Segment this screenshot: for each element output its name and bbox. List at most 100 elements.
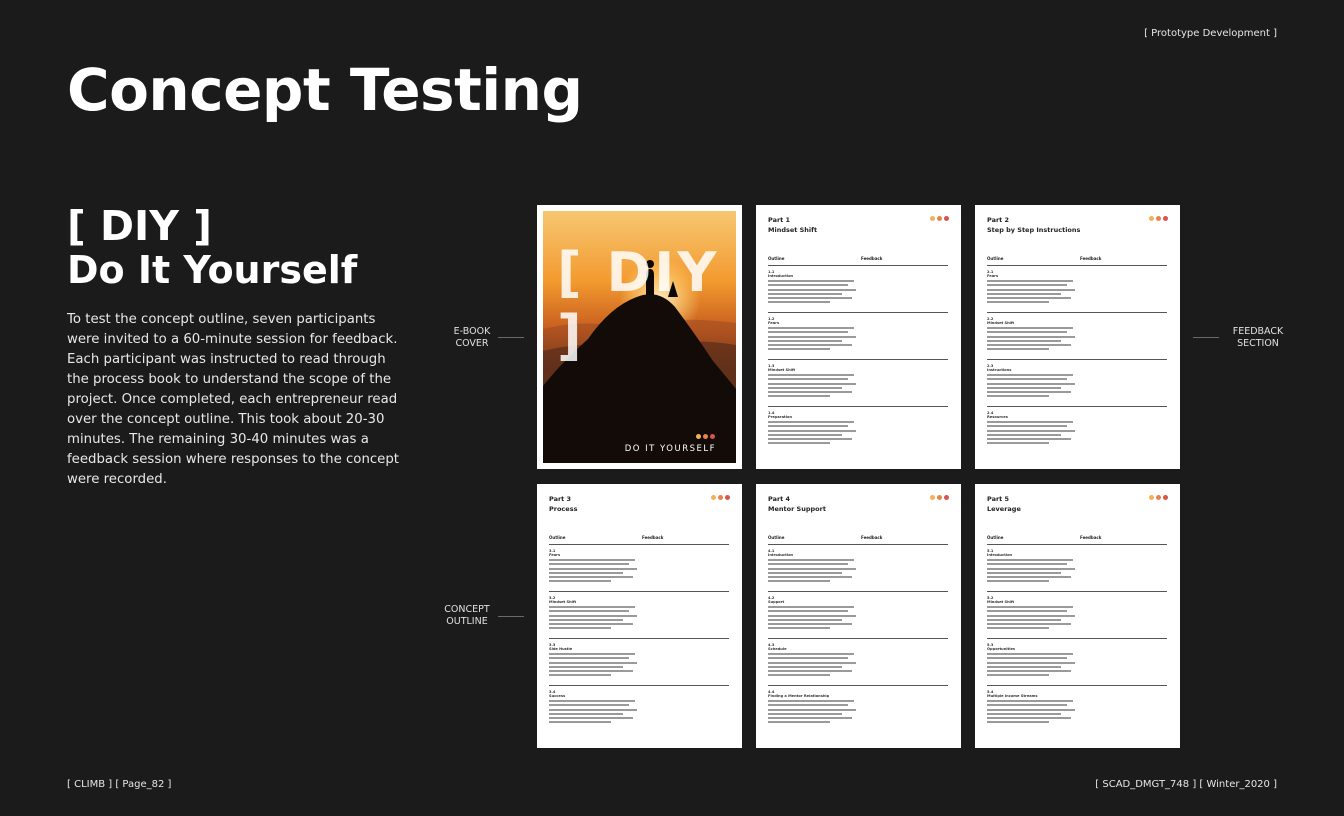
page-sections: 1.1 Introduction 1.2 Fears 1.3 Mindset Shift 1… (768, 265, 948, 453)
column-outline: Outline (987, 256, 1004, 261)
section-title: Fears (987, 274, 999, 278)
text-line (987, 571, 1061, 574)
page-dots (1149, 495, 1168, 500)
column-feedback: Feedback (861, 535, 883, 540)
text-line (987, 653, 1073, 656)
section-title: Mindset Shift (549, 600, 577, 604)
text-line (987, 386, 1061, 389)
text-line (768, 429, 856, 432)
section-title: Introduction (987, 553, 1013, 557)
page-columns: Outline Feedback (768, 256, 948, 261)
text-line (768, 708, 856, 711)
label-concept-outline: CONCEPT OUTLINE (438, 604, 496, 628)
cover-dots (696, 434, 715, 439)
dot-orange (937, 216, 942, 221)
text-line (768, 301, 830, 304)
text-line (549, 580, 611, 583)
section-title: Introduction (768, 274, 794, 278)
text-line (549, 674, 611, 677)
label-line: CONCEPT (444, 604, 490, 615)
text-line (768, 661, 856, 664)
text-line (768, 653, 854, 656)
text-line (987, 575, 1071, 578)
text-line (987, 280, 1073, 283)
section-title: Side Hustle (549, 647, 573, 651)
text-line (987, 284, 1067, 287)
page-dots (930, 216, 949, 221)
text-line (987, 559, 1073, 562)
page-columns: Outline Feedback (987, 535, 1167, 540)
dot-red (944, 216, 949, 221)
dot-yellow (696, 434, 701, 439)
section-title: Preparation (768, 415, 793, 419)
text-line (549, 559, 635, 562)
section-heading: Do It Yourself (67, 248, 358, 292)
text-line (987, 563, 1067, 566)
text-line (987, 567, 1075, 570)
text-line (987, 661, 1075, 664)
page-columns: Outline Feedback (549, 535, 729, 540)
text-line (549, 610, 629, 613)
outline-section: 2.3 Instructions (987, 359, 1167, 406)
text-line (768, 704, 848, 707)
outline-page: Part 1 Mindset Shift Outline Feedback 1.1 Int… (756, 205, 961, 469)
text-line (549, 618, 623, 621)
text-line (987, 433, 1061, 436)
text-line (768, 433, 842, 436)
text-line (549, 606, 635, 609)
body-paragraph: To test the concept outline, seven parti… (67, 312, 400, 487)
text-line (768, 575, 852, 578)
text-line (768, 296, 852, 299)
outline-section: 1.3 Mindset Shift (768, 359, 948, 406)
section-title: Resources (987, 415, 1008, 419)
page-part: Part 5 (987, 495, 1010, 503)
outline-section: 4.3 Schedule (768, 638, 948, 685)
dot-orange (703, 434, 708, 439)
outline-section: 3.4 Success (549, 685, 729, 732)
label-line: E-BOOK (453, 326, 491, 337)
text-line (549, 622, 633, 625)
text-line (768, 442, 830, 445)
text-line (768, 331, 848, 334)
section-title: Multiple Income Streams (987, 694, 1038, 698)
text-line (768, 386, 842, 389)
text-line (549, 627, 611, 630)
text-line (987, 442, 1049, 445)
label-line: FEEDBACK (1232, 326, 1284, 337)
text-line (987, 288, 1075, 291)
text-line (768, 622, 852, 625)
page-part-title: Mentor Support (768, 505, 826, 513)
section-title: Opportunities (987, 647, 1016, 651)
text-line (987, 327, 1073, 330)
text-line (549, 700, 635, 703)
text-line (768, 614, 856, 617)
outline-section: 2.4 Resources (987, 406, 1167, 453)
column-feedback: Feedback (642, 535, 664, 540)
dot-orange (937, 495, 942, 500)
label-line: COVER (455, 338, 489, 349)
text-line (987, 610, 1067, 613)
text-line (549, 712, 623, 715)
ebook-cover-page: [ DIY ] DO IT YOURSELF (537, 205, 742, 469)
text-line (549, 708, 637, 711)
dot-yellow (711, 495, 716, 500)
page-sections: 2.1 Fears 2.2 Mindset Shift 2.3 Instructions 2… (987, 265, 1167, 453)
outline-section: 5.3 Opportunities (987, 638, 1167, 685)
text-line (987, 429, 1075, 432)
text-line (768, 395, 830, 398)
outline-page: Part 5 Leverage Outline Feedback 5.1 Introduc… (975, 484, 1180, 748)
text-line (987, 374, 1073, 377)
text-line (549, 716, 633, 719)
page-sections: 4.1 Introduction 4.2 Support 4.3 Schedule 4.4 F… (768, 544, 948, 732)
column-outline: Outline (549, 535, 566, 540)
page-columns: Outline Feedback (987, 256, 1167, 261)
footer-right: [ SCAD_DMGT_748 ] [ Winter_2020 ] (1095, 779, 1277, 790)
text-line (768, 669, 852, 672)
section-title: Instructions (987, 368, 1012, 372)
text-line (987, 708, 1075, 711)
label-ebook-cover: E-BOOK COVER (446, 326, 498, 350)
text-line (549, 571, 623, 574)
text-line (768, 580, 830, 583)
text-line (549, 657, 629, 660)
section-tag: [ Prototype Development ] (1144, 28, 1277, 39)
